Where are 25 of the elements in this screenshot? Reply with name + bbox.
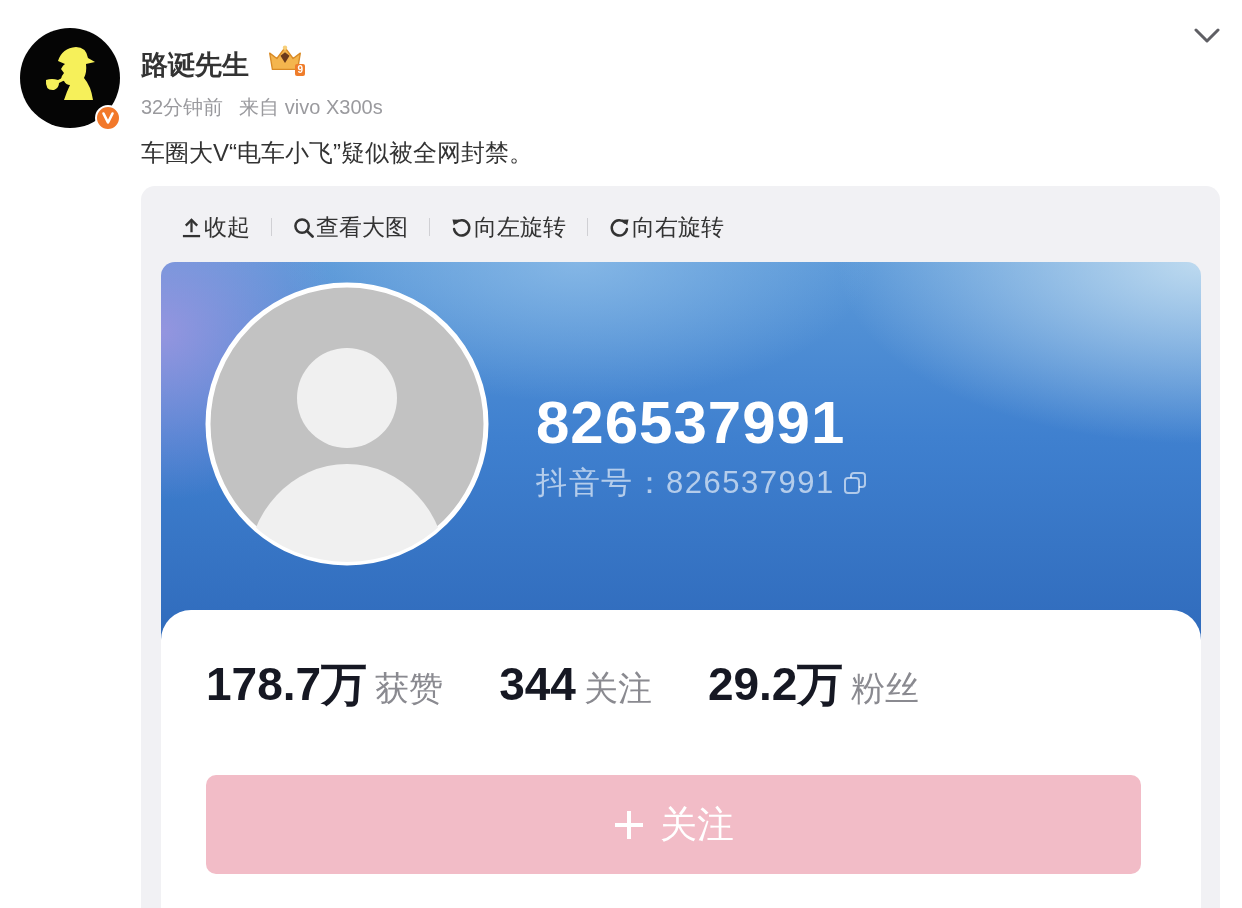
collapse-button[interactable]: 收起 (181, 212, 250, 242)
stat-count: 344 (499, 657, 576, 712)
level-number: 9 (295, 64, 305, 76)
copy-icon (842, 471, 867, 495)
stat-caption: 关注 (583, 668, 652, 709)
profile-nickname: 826537991 (536, 388, 847, 458)
plus-icon (613, 809, 644, 840)
chevron-down-icon[interactable] (1194, 28, 1220, 44)
stat-caption: 粉丝 (851, 668, 920, 709)
search-icon (293, 216, 314, 238)
account-id: 抖音号：826537991 (536, 464, 835, 502)
user-avatar[interactable] (20, 28, 120, 128)
stat-count: 29.2万 (707, 657, 844, 712)
stat-caption: 获赞 (375, 668, 444, 709)
rotate-right-icon (609, 216, 630, 238)
rotate-right-button[interactable]: 向右旋转 (609, 212, 724, 242)
view-large-button[interactable]: 查看大图 (293, 212, 408, 242)
post-source: 来自 vivo X300s (239, 95, 383, 119)
stat-count: 178.7万 (206, 657, 368, 712)
rotate-left-button[interactable]: 向左旋转 (451, 212, 566, 242)
rotate-left-icon (451, 216, 472, 238)
author-name[interactable]: 路诞先生 (141, 45, 249, 85)
crown-badge-icon (267, 44, 303, 73)
post-time: 32分钟前 (141, 95, 224, 119)
post-text: 车圈大V“电车小飞”疑似被全网封禁。 (141, 138, 534, 168)
